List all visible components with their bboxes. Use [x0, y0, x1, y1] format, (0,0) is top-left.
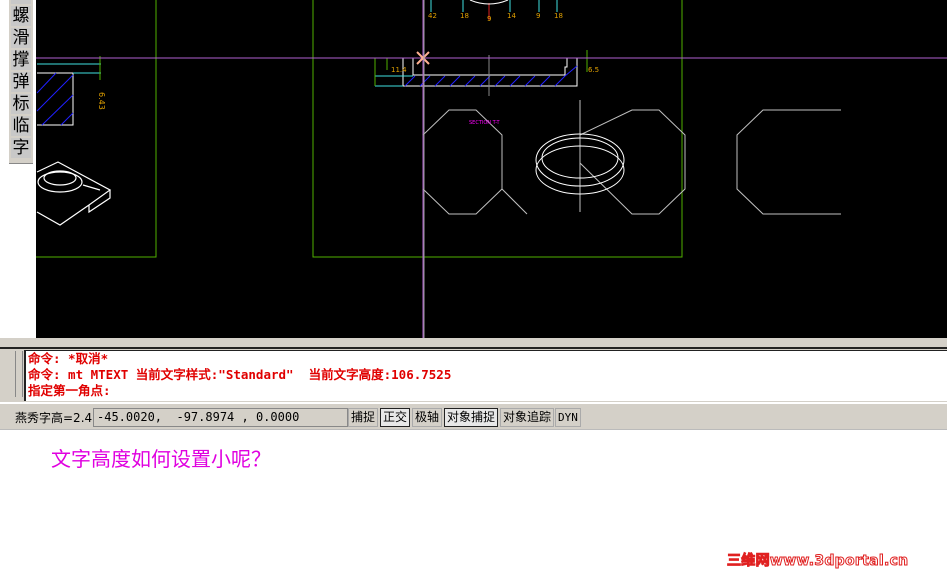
left-hatch: [36, 72, 74, 126]
left-cyan-lines: [37, 63, 101, 74]
canvas-separator: [0, 338, 947, 349]
toolbar-item-5[interactable]: 标: [11, 94, 31, 114]
toolbar-cut-item[interactable]: [11, 0, 31, 4]
toolbar-item-3[interactable]: 撑: [11, 50, 31, 70]
svg-text:9: 9: [487, 15, 491, 23]
dim-label-left: 6.43: [97, 92, 106, 110]
object-tracking-toggle[interactable]: 对象追踪: [500, 408, 555, 427]
toolbar-item-2[interactable]: 滑: [11, 28, 31, 48]
polar-toggle[interactable]: 极轴: [412, 408, 443, 427]
ortho-toggle[interactable]: 正交: [380, 408, 411, 427]
question-text: 文字高度如何设置小呢？: [51, 447, 271, 471]
coordinate-readout: -45.0020, -97.8974 , 0.0000: [93, 408, 348, 427]
svg-text:9: 9: [536, 12, 540, 20]
toolbar-item-4[interactable]: 弹: [11, 72, 31, 92]
section-part: [374, 50, 588, 96]
side-toolbar: 螺 滑 撑 弹 标 临 字: [9, 0, 34, 164]
command-history[interactable]: 命令: *取消* 命令: mt MTEXT 当前文字样式:"Standard" …: [24, 350, 947, 401]
drawing-canvas[interactable]: 6.43 42 18 9 14 9 18 11.4 6.5 SECTION T-…: [36, 0, 947, 338]
dim-label-section-a: 11.4: [391, 66, 407, 74]
command-prompt[interactable]: 指定第一角点:: [26, 383, 947, 399]
drawing-svg: 6.43 42 18 9 14 9 18 11.4 6.5 SECTION T-…: [36, 0, 947, 338]
status-bar: 燕秀字高=2.4 -45.0020, -97.8974 , 0.0000 捕捉 …: [0, 403, 947, 430]
section-label: SECTION T-T: [469, 120, 501, 126]
isometric-device: [36, 161, 112, 226]
taskbar-strip: [0, 429, 947, 434]
dyn-toggle[interactable]: DYN: [555, 408, 581, 427]
command-line-1: 命令: *取消*: [28, 351, 109, 366]
toolbar-item-7[interactable]: 字: [11, 138, 31, 158]
svg-text:18: 18: [554, 12, 563, 20]
command-window-grip[interactable]: [15, 351, 23, 397]
command-line-2: 命令: mt MTEXT 当前文字样式:"Standard" 当前文字高度:10…: [28, 367, 452, 382]
top-dim-labels: 42 18 9 14 9 18: [428, 12, 563, 23]
svg-text:42: 42: [428, 12, 437, 20]
frame-center: [312, 0, 683, 258]
frame-left: [36, 0, 157, 258]
svg-text:18: 18: [460, 12, 469, 20]
watermark: 三维网www.3dportal.cn: [726, 553, 909, 570]
svg-text:14: 14: [507, 12, 516, 20]
octagons: [422, 0, 841, 338]
command-window: 命令: *取消* 命令: mt MTEXT 当前文字样式:"Standard" …: [0, 349, 947, 402]
text-height-label: 燕秀字高=2.4: [15, 411, 93, 425]
snap-toggle[interactable]: 捕捉: [348, 408, 379, 427]
object-snap-toggle[interactable]: 对象捕捉: [444, 408, 499, 427]
toolbar-item-6[interactable]: 临: [11, 116, 31, 136]
toolbar-item-1[interactable]: 螺: [11, 6, 31, 26]
dim-label-section-b: 6.5: [588, 66, 599, 74]
